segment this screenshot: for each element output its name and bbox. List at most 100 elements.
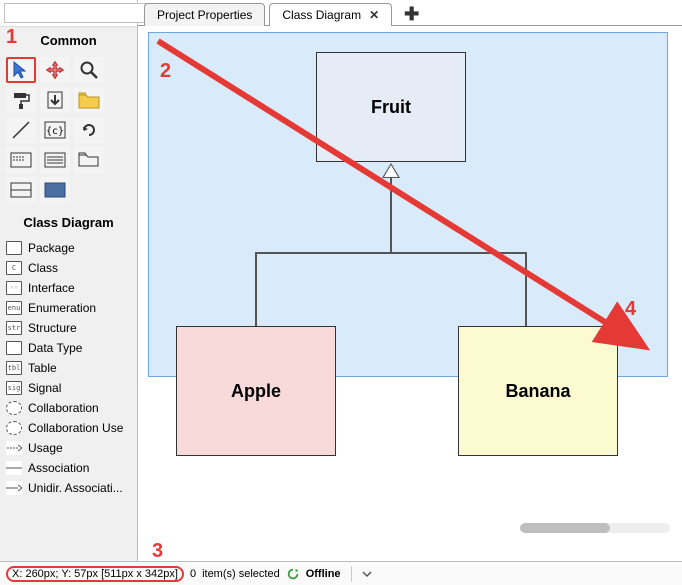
paint-tool[interactable] (6, 87, 36, 113)
refresh-icon[interactable] (286, 567, 300, 581)
cursor-tool[interactable] (6, 57, 36, 83)
diagram-canvas[interactable]: Fruit Apple Banana (138, 26, 682, 561)
class-icon: C (6, 261, 22, 275)
sidebar: Common (0, 0, 138, 561)
solid-box-tool[interactable] (40, 177, 70, 203)
palette-item-usage[interactable]: Usage (0, 438, 137, 458)
statusbar: X: 260px; Y: 57px [511px x 342px] 0 item… (0, 561, 682, 585)
lines-box-tool[interactable] (40, 147, 70, 173)
table-icon: tbl (6, 361, 22, 375)
dash-box-icon (10, 152, 32, 168)
folder-tool[interactable] (74, 87, 104, 113)
tab-project-properties[interactable]: Project Properties (144, 3, 265, 26)
association-icon (6, 461, 22, 475)
usage-icon (6, 441, 22, 455)
move-tool[interactable] (40, 57, 70, 83)
palette-item-label: Structure (28, 321, 77, 335)
folder-icon (78, 91, 100, 109)
palette-item-collaboration[interactable]: Collaboration (0, 398, 137, 418)
move-icon (45, 60, 65, 80)
palette-item-package[interactable]: Package (0, 238, 137, 258)
rotate-tool[interactable] (74, 117, 104, 143)
content-area: Project Properties Class Diagram ✕ ✚ Fru… (138, 0, 682, 561)
class-node-fruit[interactable]: Fruit (316, 52, 466, 162)
line-tool[interactable] (6, 117, 36, 143)
generalization-arrowhead (382, 163, 400, 178)
palette-item-collaboration-use[interactable]: Collaboration Use (0, 418, 137, 438)
edge-to-banana[interactable] (525, 252, 527, 326)
dash-box-tool[interactable] (6, 147, 36, 173)
palette-item-label: Interface (28, 281, 75, 295)
palette-item-interface[interactable]: ◦◦ Interface (0, 278, 137, 298)
horizontal-scrollbar[interactable] (520, 523, 670, 533)
datatype-icon (6, 341, 22, 355)
palette-item-label: Collaboration (28, 401, 99, 415)
interface-icon: ◦◦ (6, 281, 22, 295)
split-box-icon (10, 182, 32, 198)
section-title-common: Common (0, 27, 137, 54)
code-braces-icon: {c} (44, 121, 66, 139)
svg-text:{c}: {c} (46, 126, 64, 137)
cursor-icon (11, 60, 31, 80)
download-tool[interactable] (40, 87, 70, 113)
status-offline: Offline (306, 568, 341, 580)
signal-icon: sig (6, 381, 22, 395)
lines-box-icon (44, 152, 66, 168)
class-node-label: Apple (231, 381, 281, 402)
chevron-down-icon[interactable] (362, 569, 372, 579)
search-input[interactable] (4, 3, 154, 23)
status-separator (351, 566, 352, 582)
code-tool[interactable]: {c} (40, 117, 70, 143)
folder-open-icon (78, 152, 100, 168)
split-box-tool[interactable] (6, 177, 36, 203)
palette-item-class[interactable]: C Class (0, 258, 137, 278)
package-icon (6, 241, 22, 255)
palette-item-label: Enumeration (28, 301, 96, 315)
tab-label: Class Diagram (282, 8, 361, 22)
palette-item-label: Data Type (28, 341, 82, 355)
enumeration-icon: enu (6, 301, 22, 315)
tab-label: Project Properties (157, 8, 252, 22)
tab-close-button[interactable]: ✕ (369, 8, 379, 22)
palette-item-structure[interactable]: str Structure (0, 318, 137, 338)
folder-open-tool[interactable] (74, 147, 104, 173)
status-coordinates: X: 260px; Y: 57px [511px x 342px] (6, 566, 184, 582)
palette-item-label: Unidir. Associati... (28, 481, 123, 495)
palette-item-table[interactable]: tbl Table (0, 358, 137, 378)
tab-class-diagram[interactable]: Class Diagram ✕ (269, 3, 392, 26)
edge-to-apple[interactable] (255, 252, 257, 326)
palette-item-datatype[interactable]: Data Type (0, 338, 137, 358)
zoom-tool[interactable] (74, 57, 104, 83)
solid-box-icon (44, 182, 66, 198)
palette-list: Package C Class ◦◦ Interface enu Enumeratio… (0, 236, 137, 500)
palette-item-signal[interactable]: sig Signal (0, 378, 137, 398)
palette-item-label: Collaboration Use (28, 421, 123, 435)
palette-item-label: Package (28, 241, 75, 255)
status-items-label: item(s) selected (202, 568, 280, 580)
structure-icon: str (6, 321, 22, 335)
palette-item-association[interactable]: Association (0, 458, 137, 478)
palette-item-unidir-association[interactable]: Unidir. Associati... (0, 478, 137, 498)
download-arrow-icon (45, 90, 65, 110)
new-tab-button[interactable]: ✚ (396, 4, 427, 25)
palette-item-label: Table (28, 361, 57, 375)
rotate-icon (79, 120, 99, 140)
status-items-count: 0 (190, 568, 196, 580)
edge-vertical[interactable] (390, 178, 392, 253)
zoom-icon (79, 60, 99, 80)
scrollbar-thumb[interactable] (520, 523, 610, 533)
palette-item-label: Association (28, 461, 89, 475)
class-node-banana[interactable]: Banana (458, 326, 618, 456)
line-icon (11, 120, 31, 140)
palette-item-label: Signal (28, 381, 61, 395)
collaboration-use-icon (6, 421, 22, 435)
edge-horizontal[interactable] (255, 252, 527, 254)
palette-item-label: Class (28, 261, 58, 275)
section-title-classdiagram: Class Diagram (0, 209, 137, 236)
palette-item-enumeration[interactable]: enu Enumeration (0, 298, 137, 318)
common-tools: {c} (0, 54, 137, 209)
class-node-label: Fruit (371, 97, 411, 118)
paint-roller-icon (11, 90, 31, 110)
palette-item-label: Usage (28, 441, 63, 455)
class-node-apple[interactable]: Apple (176, 326, 336, 456)
